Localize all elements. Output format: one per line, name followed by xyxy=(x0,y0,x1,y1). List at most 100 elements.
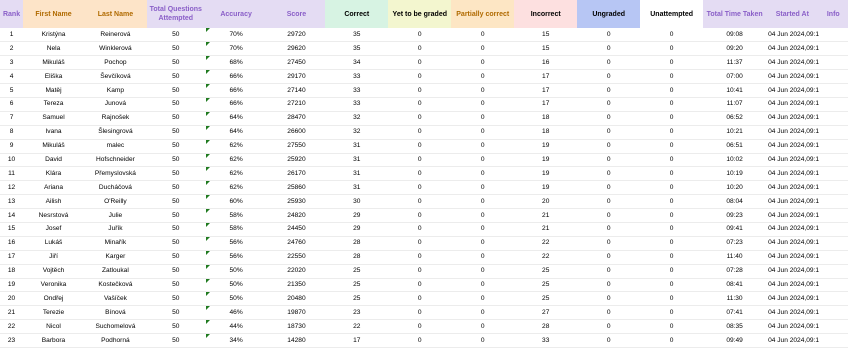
cell-started-at: 04 Jun 2024,09:16 ri on Mac OS X xyxy=(766,125,819,140)
cell-ungraded: 0 xyxy=(577,264,641,279)
cell-score: 25860 xyxy=(267,180,326,196)
cell-time-taken: 10:02 xyxy=(703,153,767,168)
cell-time-taken: 08:41 xyxy=(703,278,767,293)
cell-total-attempted: 50 xyxy=(146,153,205,168)
cell-unattempted: 0 xyxy=(640,319,704,335)
cell-yet-to-grade: 0 xyxy=(388,305,452,321)
cell-first-name: Veronika xyxy=(23,278,84,293)
cell-correct: 25 xyxy=(325,278,389,293)
accuracy-value: 66% xyxy=(229,86,243,94)
cell-correct: 25 xyxy=(325,264,389,279)
table-row: 19 Veronika Kostečková 50 50% 21350 25 0 0 25 0 0 08… xyxy=(0,278,848,293)
accuracy-value: 66% xyxy=(229,100,243,108)
accuracy-value: 58% xyxy=(229,225,243,233)
cell-score: 28470 xyxy=(267,111,326,126)
cell-total-attempted: 50 xyxy=(146,319,205,335)
cell-unattempted: 0 xyxy=(640,166,704,182)
cell-unattempted: 0 xyxy=(640,264,704,279)
table-row: 9 Mikuláš malec 50 62% 27550 31 0 0 19 0 0 06:51 04 J… xyxy=(0,139,848,154)
cell-partial: 0 xyxy=(451,125,515,140)
cell-total-attempted: 50 xyxy=(146,278,205,293)
cell-unattempted: 0 xyxy=(640,97,704,112)
cell-started-at: 04 Jun 2024,09:16 ri on Mac OS X xyxy=(766,333,819,348)
table-row: 5 Matěj Kamp 50 66% 27140 33 0 0 17 0 0 10:41 04 Jun … xyxy=(0,83,848,98)
cell-accuracy: 66% xyxy=(204,97,268,112)
cell-started-at: 04 Jun 2024,09:16 ri on Mac OS X xyxy=(766,83,819,98)
cell-started-at: 04 Jun 2024,09:16 ri on Mac OS X xyxy=(766,28,819,43)
cell-total-attempted: 50 xyxy=(146,83,205,98)
cell-yet-to-grade: 0 xyxy=(388,55,452,71)
table-row: 2 Nela Winklerová 50 70% 29620 35 0 0 15 0 0 09:20 04… xyxy=(0,41,848,57)
cell-unattempted: 0 xyxy=(640,208,704,223)
cell-ungraded: 0 xyxy=(577,83,641,98)
cell-info xyxy=(818,55,848,71)
accuracy-value: 64% xyxy=(229,128,243,136)
cell-correct: 35 xyxy=(325,28,389,43)
cell-last-name: Podhorná xyxy=(83,333,147,348)
comment-flag-icon xyxy=(205,278,210,283)
cell-partial: 0 xyxy=(451,166,515,182)
cell-ungraded: 0 xyxy=(577,291,641,307)
cell-incorrect: 18 xyxy=(514,111,578,126)
cell-partial: 0 xyxy=(451,97,515,112)
cell-started-at: 04 Jun 2024,09:16 ri on Mac OS X xyxy=(766,250,819,265)
table-row: 6 Tereza Junová 50 66% 27210 33 0 0 17 0 0 11:07 04 J… xyxy=(0,97,848,112)
cell-info xyxy=(818,111,848,126)
cell-correct: 30 xyxy=(325,194,389,210)
cell-score: 27210 xyxy=(267,97,326,112)
accuracy-value: 58% xyxy=(229,211,243,219)
accuracy-value: 34% xyxy=(229,336,243,344)
cell-accuracy: 62% xyxy=(204,139,268,154)
cell-first-name: Matěj xyxy=(23,83,84,98)
cell-rank: 20 xyxy=(0,291,24,307)
cell-first-name: Tereza xyxy=(23,97,84,112)
cell-incorrect: 25 xyxy=(514,291,578,307)
cell-correct: 28 xyxy=(325,236,389,251)
cell-started-at: 04 Jun 2024,09:16 ri on Mac OS X xyxy=(766,41,819,57)
cell-ungraded: 0 xyxy=(577,153,641,168)
cell-total-attempted: 50 xyxy=(146,139,205,154)
cell-partial: 0 xyxy=(451,180,515,196)
cell-accuracy: 58% xyxy=(204,222,268,237)
cell-partial: 0 xyxy=(451,194,515,210)
cell-last-name: Bínová xyxy=(83,305,147,321)
cell-rank: 2 xyxy=(0,41,24,57)
cell-rank: 8 xyxy=(0,125,24,140)
cell-accuracy: 70% xyxy=(204,28,268,43)
cell-incorrect: 19 xyxy=(514,180,578,196)
cell-yet-to-grade: 0 xyxy=(388,139,452,154)
cell-total-attempted: 50 xyxy=(146,111,205,126)
cell-correct: 23 xyxy=(325,305,389,321)
cell-total-attempted: 50 xyxy=(146,264,205,279)
cell-started-at: 04 Jun 2024,09:16 ri on Mac OS X xyxy=(766,69,819,85)
cell-correct: 32 xyxy=(325,125,389,140)
cell-last-name: Suchomelová xyxy=(83,319,147,335)
cell-partial: 0 xyxy=(451,28,515,43)
cell-total-attempted: 50 xyxy=(146,41,205,57)
cell-time-taken: 07:23 xyxy=(703,236,767,251)
table-row: 10 David Hofschneider 50 62% 25920 31 0 0 19 0 0 10:… xyxy=(0,153,848,168)
cell-incorrect: 25 xyxy=(514,278,578,293)
cell-last-name: Ducháčová xyxy=(83,180,147,196)
cell-total-attempted: 50 xyxy=(146,194,205,210)
cell-score: 27140 xyxy=(267,83,326,98)
cell-incorrect: 19 xyxy=(514,153,578,168)
cell-info xyxy=(818,97,848,112)
table-row: 3 Mikuláš Pochop 50 68% 27450 34 0 0 16 0 0 11:37 04 … xyxy=(0,55,848,71)
accuracy-value: 56% xyxy=(229,253,243,261)
accuracy-value: 66% xyxy=(229,72,243,80)
cell-first-name: Ariana xyxy=(23,180,84,196)
cell-score: 18730 xyxy=(267,319,326,335)
cell-rank: 4 xyxy=(0,69,24,85)
cell-ungraded: 0 xyxy=(577,194,641,210)
header-score: Score xyxy=(267,0,326,28)
cell-score: 27550 xyxy=(267,139,326,154)
comment-flag-icon xyxy=(205,167,210,172)
cell-info xyxy=(818,125,848,140)
cell-rank: 11 xyxy=(0,166,24,182)
cell-score: 19870 xyxy=(267,305,326,321)
cell-time-taken: 11:07 xyxy=(703,97,767,112)
cell-ungraded: 0 xyxy=(577,222,641,237)
header-last-name: Last Name xyxy=(83,0,147,28)
cell-correct: 31 xyxy=(325,139,389,154)
